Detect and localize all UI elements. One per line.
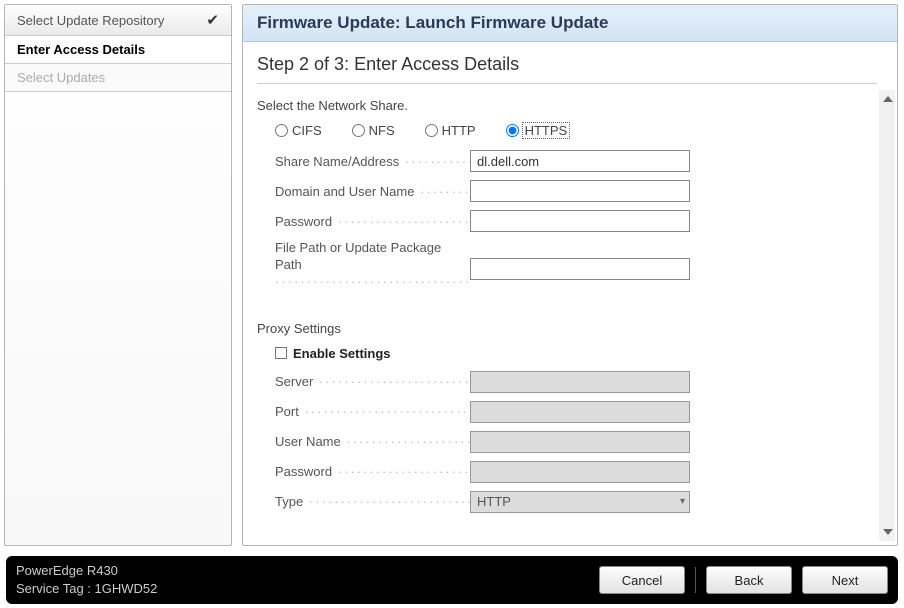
scroll-down-icon[interactable] [883,529,893,535]
radio-nfs[interactable]: NFS [352,123,395,138]
footer-info: PowerEdge R430 Service Tag : 1GHWD52 [16,562,157,597]
network-share-prompt: Select the Network Share. [257,98,877,113]
sidebar-step-select-repository[interactable]: Select Update Repository ✔ [5,5,231,36]
input-proxy-password [470,461,690,483]
select-proxy-type-value: HTTP [477,494,511,509]
radio-nfs-label: NFS [369,123,395,138]
sidebar-step-select-updates: Select Updates [5,64,231,92]
select-proxy-type: HTTP ▾ [470,491,690,513]
input-proxy-port [470,401,690,423]
label-share-address: Share Name/Address [275,154,470,169]
row-proxy-server: Server [257,371,877,393]
input-file-path[interactable] [470,258,690,280]
label-enable-proxy: Enable Settings [293,346,391,361]
label-proxy-type: Type [275,494,470,509]
row-proxy-password: Password [257,461,877,483]
sidebar-step-label: Select Updates [17,70,105,85]
sidebar-step-label: Select Update Repository [17,13,164,28]
radio-cifs-label: CIFS [292,123,322,138]
checkbox-enable-proxy[interactable] [275,347,287,359]
input-share-address[interactable] [470,150,690,172]
share-protocol-radios: CIFS NFS HTTP HTTPS [257,123,877,138]
row-domain-user: Domain and User Name [257,180,877,202]
input-domain-user[interactable] [470,180,690,202]
row-proxy-user: User Name [257,431,877,453]
row-enable-proxy[interactable]: Enable Settings [257,346,877,361]
cancel-button[interactable]: Cancel [599,566,685,594]
row-proxy-port: Port [257,401,877,423]
sidebar-step-enter-access[interactable]: Enter Access Details [5,36,231,64]
row-password: Password [257,210,877,232]
divider [695,567,696,593]
wizard-steps-sidebar: Select Update Repository ✔ Enter Access … [4,4,232,546]
input-password[interactable] [470,210,690,232]
footer-buttons: Cancel Back Next [599,566,888,594]
input-proxy-user [470,431,690,453]
radio-cifs-input[interactable] [275,124,288,137]
footer-bar: PowerEdge R430 Service Tag : 1GHWD52 Can… [6,556,898,604]
footer-model: PowerEdge R430 [16,562,157,580]
proxy-heading: Proxy Settings [257,321,877,336]
row-share-address: Share Name/Address [257,150,877,172]
label-proxy-port: Port [275,404,470,419]
radio-https-input[interactable] [506,124,519,137]
radio-http-input[interactable] [425,124,438,137]
chevron-down-icon: ▾ [680,496,685,507]
label-password: Password [275,214,470,229]
sidebar-step-label: Enter Access Details [17,42,145,57]
label-proxy-password: Password [275,464,470,479]
label-proxy-user: User Name [275,434,470,449]
radio-https[interactable]: HTTPS [506,123,570,138]
next-button[interactable]: Next [802,566,888,594]
step-heading: Step 2 of 3: Enter Access Details [257,54,877,84]
row-proxy-type: Type HTTP ▾ [257,491,877,513]
radio-http[interactable]: HTTP [425,123,476,138]
checkmark-icon: ✔ [206,11,219,29]
scrollbar[interactable] [879,90,895,541]
footer-service-tag: Service Tag : 1GHWD52 [16,580,157,598]
radio-nfs-input[interactable] [352,124,365,137]
input-proxy-server [470,371,690,393]
label-domain-user: Domain and User Name [275,184,470,199]
radio-http-label: HTTP [442,123,476,138]
page-title: Firmware Update: Launch Firmware Update [243,5,897,42]
scroll-up-icon[interactable] [883,96,893,102]
back-button[interactable]: Back [706,566,792,594]
label-proxy-server: Server [275,374,470,389]
radio-https-label: HTTPS [523,123,570,138]
row-file-path: File Path or Update Package Path ·······… [257,240,877,291]
label-file-path: File Path or Update Package Path ·······… [275,240,470,291]
radio-cifs[interactable]: CIFS [275,123,322,138]
content-panel: Firmware Update: Launch Firmware Update … [242,4,898,546]
